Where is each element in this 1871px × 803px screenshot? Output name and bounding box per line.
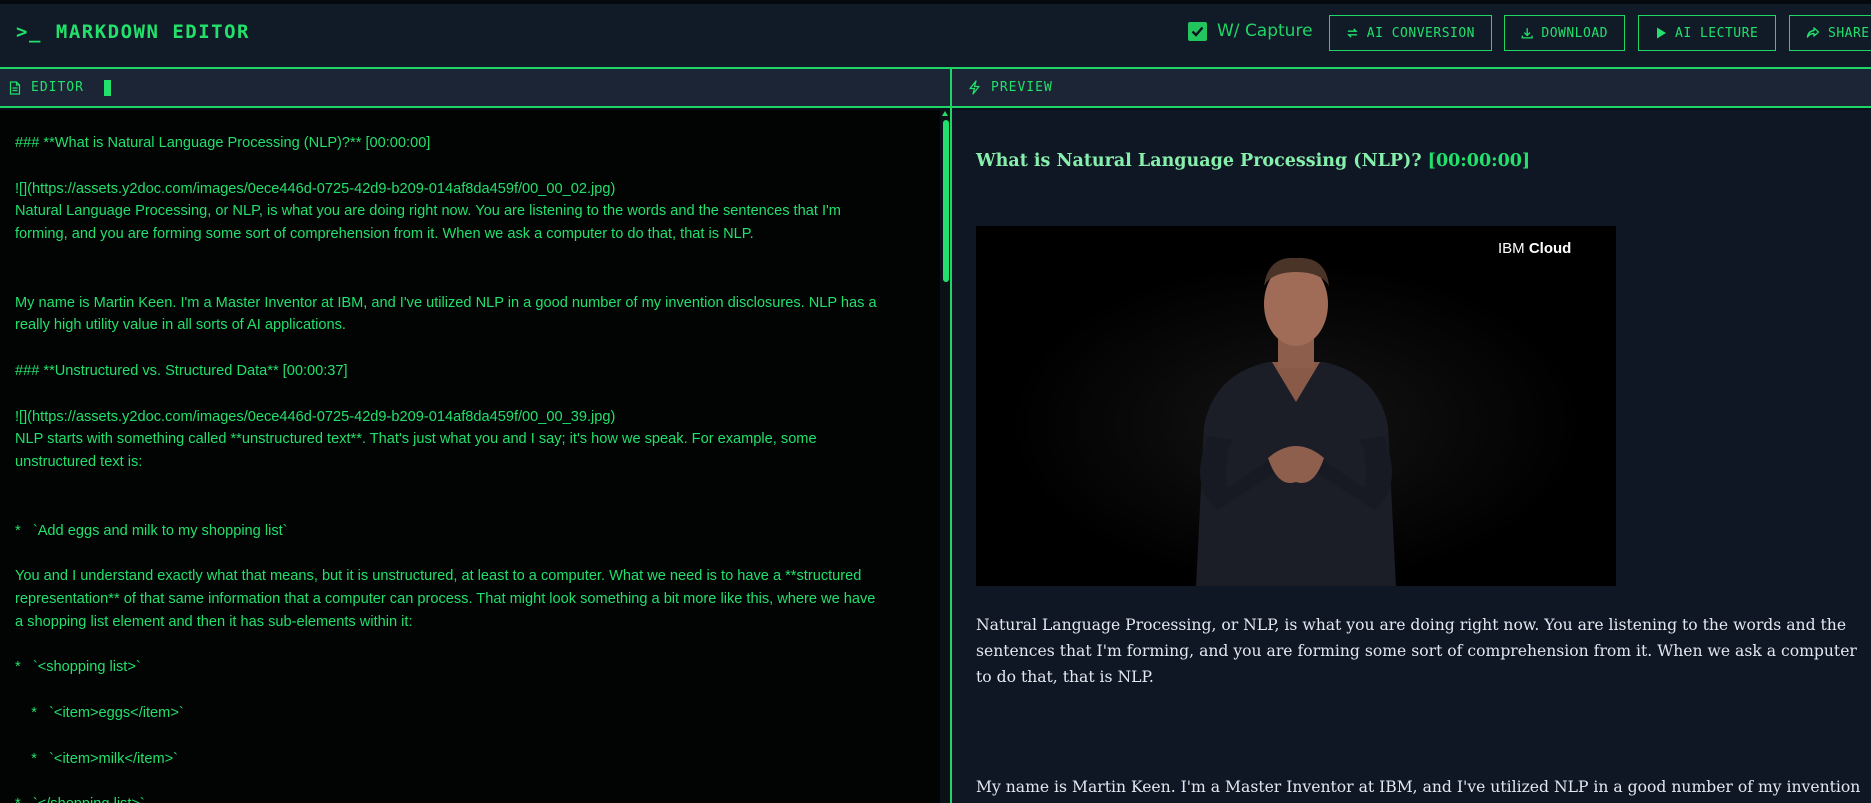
editor-textarea[interactable]: ### **What is Natural Language Processin… bbox=[15, 132, 920, 803]
editor-line[interactable]: Natural Language Processing, or NLP, is … bbox=[15, 200, 920, 223]
editor-line[interactable]: You and I understand exactly what that m… bbox=[15, 565, 920, 588]
editor-line[interactable]: NLP starts with something called **unstr… bbox=[15, 428, 920, 451]
editor-line[interactable]: a shopping list element and then it has … bbox=[15, 611, 920, 634]
editor-line[interactable]: representation** of that same informatio… bbox=[15, 588, 920, 611]
editor-scrollbar-thumb[interactable] bbox=[943, 120, 949, 282]
editor-line[interactable]: ### **What is Natural Language Processin… bbox=[15, 132, 920, 155]
editor-line[interactable] bbox=[15, 542, 920, 565]
scroll-up-arrow-icon[interactable] bbox=[942, 111, 948, 116]
presenter-illustration: IBM Cloud bbox=[976, 226, 1616, 586]
editor-line[interactable]: ### **Unstructured vs. Structured Data**… bbox=[15, 360, 920, 383]
preview-heading: What is Natural Language Processing (NLP… bbox=[976, 151, 1530, 171]
terminal-prompt-icon: >_ bbox=[16, 21, 42, 43]
download-button[interactable]: DOWNLOAD bbox=[1504, 15, 1625, 51]
editor-line[interactable] bbox=[15, 474, 920, 497]
editor-line[interactable]: * `Add eggs and milk to my shopping list… bbox=[15, 520, 920, 543]
editor-line[interactable] bbox=[15, 497, 920, 520]
preview-header-label: PREVIEW bbox=[991, 80, 1053, 95]
editor-line[interactable] bbox=[15, 155, 920, 178]
lightning-icon bbox=[969, 80, 980, 95]
editor-line[interactable]: * `<item>eggs</item>` bbox=[15, 702, 920, 725]
editor-line[interactable]: * `<shopping list>` bbox=[15, 656, 920, 679]
editor-line[interactable]: My name is Martin Keen. I'm a Master Inv… bbox=[15, 292, 920, 315]
checkbox-checked-icon[interactable] bbox=[1188, 21, 1207, 41]
editor-line[interactable] bbox=[15, 725, 920, 748]
convert-arrows-icon bbox=[1347, 28, 1358, 38]
editor-line[interactable]: forming, and you are forming some sort o… bbox=[15, 223, 920, 246]
ai-conversion-label: AI CONVERSION bbox=[1366, 25, 1475, 41]
ai-lecture-label: AI LECTURE bbox=[1675, 25, 1759, 41]
editor-line[interactable] bbox=[15, 634, 920, 657]
markdown-preview: What is Natural Language Processing (NLP… bbox=[952, 110, 1871, 803]
video-frame-image: IBM Cloud bbox=[976, 226, 1616, 586]
editor-line[interactable]: ![](https://assets.y2doc.com/images/0ece… bbox=[15, 406, 920, 429]
editor-line[interactable]: really high utility value in all sorts o… bbox=[15, 314, 920, 337]
preview-heading-text: What is Natural Language Processing (NLP… bbox=[976, 151, 1422, 171]
preview-paragraph-1: Natural Language Processing, or NLP, is … bbox=[976, 616, 1857, 686]
preview-heading-timestamp: [00:00:00] bbox=[1427, 151, 1531, 171]
preview-header: PREVIEW bbox=[952, 69, 1871, 108]
markdown-editor[interactable]: ### **What is Natural Language Processin… bbox=[0, 110, 940, 803]
editor-line[interactable] bbox=[15, 246, 920, 269]
share-label: SHARE bbox=[1828, 25, 1870, 41]
capture-label: W/ Capture bbox=[1217, 21, 1313, 41]
download-label: DOWNLOAD bbox=[1541, 25, 1608, 41]
editor-line[interactable] bbox=[15, 770, 920, 793]
editor-line[interactable]: * `<item>milk</item>` bbox=[15, 748, 920, 771]
download-icon bbox=[1521, 28, 1533, 39]
preview-paragraph-2: My name is Martin Keen. I'm a Master Inv… bbox=[976, 778, 1861, 796]
editor-line[interactable] bbox=[15, 679, 920, 702]
ai-conversion-button[interactable]: AI CONVERSION bbox=[1329, 15, 1492, 51]
video-watermark: IBM Cloud bbox=[1498, 240, 1571, 257]
editor-line[interactable]: unstructured text is: bbox=[15, 451, 920, 474]
ai-lecture-button[interactable]: AI LECTURE bbox=[1638, 15, 1776, 51]
app-brand: >_ MARKDOWN EDITOR bbox=[16, 21, 250, 43]
editor-header-label: EDITOR bbox=[31, 80, 84, 95]
editor-line[interactable]: ![](https://assets.y2doc.com/images/0ece… bbox=[15, 178, 920, 201]
top-bar: >_ MARKDOWN EDITOR W/ Capture AI CONVERS… bbox=[0, 0, 1871, 69]
text-cursor bbox=[103, 79, 111, 96]
editor-line[interactable] bbox=[15, 269, 920, 292]
editor-line[interactable] bbox=[15, 383, 920, 406]
share-button[interactable]: SHARE bbox=[1789, 15, 1871, 51]
editor-line[interactable] bbox=[15, 337, 920, 360]
file-text-icon bbox=[9, 80, 21, 95]
play-icon bbox=[1657, 27, 1666, 39]
capture-toggle[interactable]: W/ Capture bbox=[1188, 21, 1313, 41]
share-icon bbox=[1806, 27, 1820, 38]
editor-header: EDITOR bbox=[0, 69, 950, 108]
editor-line[interactable]: * `</shopping list>` bbox=[15, 793, 920, 803]
app-title: MARKDOWN EDITOR bbox=[55, 21, 250, 43]
